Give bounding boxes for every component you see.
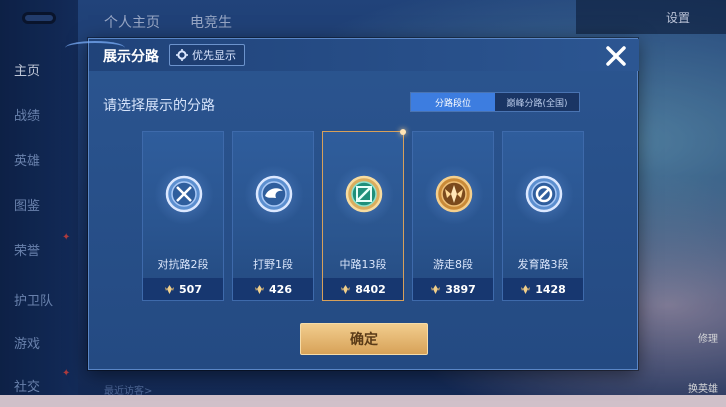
lane-card-roam[interactable]: 游走8段 3897 [412,131,494,301]
priority-label: 优先显示 [192,49,236,62]
lane-score: 426 [233,278,313,300]
select-lane-prompt: 请选择展示的分路 [103,98,215,114]
tab-lane-rank[interactable]: 分路段位 [411,93,495,111]
lane-name: 中路13段 [339,258,387,271]
wings-icon [431,284,441,294]
wings-icon [255,284,265,294]
lane-score-value: 507 [179,282,202,296]
lane-score-value: 3897 [445,282,476,296]
lane-name: 游走8段 [433,258,473,271]
dialog-title: 展示分路 [103,49,159,65]
close-icon [606,46,626,66]
lane-name: 对抗路2段 [157,258,209,271]
lane-score-value: 8402 [355,282,386,296]
dialog-header: 展示分路 优先显示 [65,39,639,71]
lane-name: 发育路3段 [517,258,569,271]
lane-card-clash[interactable]: 对抗路2段 507 [142,131,224,301]
jungle-icon [255,175,293,213]
lane-card-mid[interactable]: 中路13段 8402 [322,129,406,301]
lane-card-farm[interactable]: 发育路3段 1428 [502,131,584,301]
clash-lane-icon [165,175,203,213]
mid-lane-icon [345,175,383,213]
confirm-button[interactable]: 确定 [300,323,428,355]
lane-card-jungle[interactable]: 打野1段 426 [232,131,314,301]
farm-lane-icon [525,175,563,213]
lane-score-value: 426 [269,282,292,296]
tab-peak-lane[interactable]: 巅峰分路(全国) [495,93,579,111]
wings-icon [521,284,531,294]
roam-icon [435,175,473,213]
wings-icon [165,284,175,294]
lane-score-value: 1428 [535,282,566,296]
lane-score: 1428 [503,278,583,300]
wings-icon [341,284,351,294]
lane-score: 8402 [323,278,403,300]
lane-score: 507 [143,278,223,300]
gear-icon [176,49,188,61]
priority-display-button[interactable]: 优先显示 [169,44,245,66]
lane-name: 打野1段 [253,258,293,271]
selected-spark [400,129,406,135]
rank-type-toggle: 分路段位 巅峰分路(全国) [410,92,580,112]
lane-display-dialog: 展示分路 优先显示 请选择展示的分路 分路段位 巅峰分路(全国) 对抗路2段 5… [65,38,639,370]
lane-score: 3897 [413,278,493,300]
close-button[interactable] [601,42,631,70]
